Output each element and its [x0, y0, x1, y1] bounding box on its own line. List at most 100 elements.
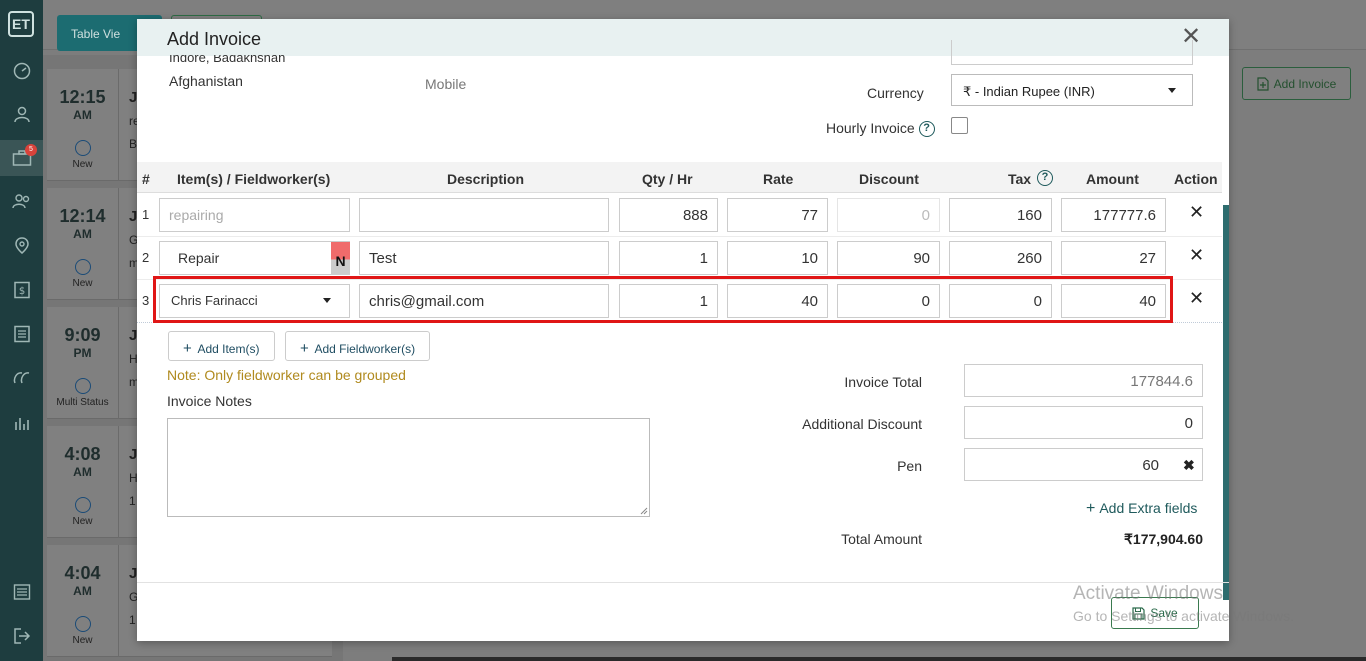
amount-input[interactable]: 177777.6 — [1061, 198, 1166, 232]
item-input[interactable]: repairing — [159, 198, 350, 232]
job-hour: 9:09 — [64, 325, 101, 345]
plus-icon: + — [300, 340, 309, 357]
discount-input[interactable]: 0 — [837, 198, 940, 232]
row-number: 1 — [142, 207, 150, 222]
delete-row-icon[interactable]: ✕ — [1189, 202, 1204, 223]
jobs-icon[interactable]: 5 — [0, 140, 43, 176]
job-line: 1 — [129, 494, 136, 508]
add-extra-fields-label: Add Extra fields — [1099, 500, 1198, 516]
job-ampm: AM — [73, 227, 92, 241]
highlight-box — [153, 276, 1173, 323]
rate-input[interactable]: 77 — [727, 198, 828, 232]
job-hour: 4:04 — [64, 563, 101, 583]
description-input[interactable]: Test — [359, 241, 609, 275]
pen-label: Pen — [897, 458, 922, 474]
hourly-invoice-text: Hourly Invoice — [826, 120, 915, 136]
row-number: 2 — [142, 250, 150, 265]
help-icon[interactable]: ? — [918, 121, 935, 138]
status-circle-icon — [74, 259, 91, 275]
invoice-notes-label: Invoice Notes — [167, 393, 252, 409]
help-icon[interactable]: ? — [1036, 170, 1053, 187]
list-icon[interactable] — [0, 316, 43, 352]
job-status: New — [72, 635, 93, 646]
job-line: 1 — [129, 613, 136, 627]
settings-icon[interactable] — [0, 574, 43, 610]
col-discount: Discount — [859, 171, 919, 187]
add-extra-fields-link[interactable]: + Add Extra fields — [1086, 500, 1197, 518]
row-divider — [137, 236, 1222, 237]
add-file-icon — [1257, 76, 1269, 91]
windows-activation-hint: Go to Settings to activate Windows. — [1073, 608, 1294, 624]
multi-status-icon — [74, 378, 91, 394]
status-circle-icon — [74, 140, 91, 156]
user-icon[interactable] — [0, 96, 43, 132]
leads-icon[interactable] — [0, 360, 43, 396]
modal-scrollbar[interactable] — [1223, 205, 1229, 600]
job-time: 12:15 AM New — [47, 69, 119, 181]
col-description: Description — [447, 171, 525, 187]
svg-text:$: $ — [18, 286, 24, 297]
currency-label: Currency — [867, 85, 924, 101]
job-status: New — [72, 278, 93, 289]
qty-input[interactable]: 1 — [619, 241, 718, 275]
total-amount-label: Total Amount — [841, 531, 922, 547]
col-tax: Tax ? — [1008, 170, 1053, 187]
discount-input[interactable]: 90 — [837, 241, 940, 275]
col-rate: Rate — [763, 171, 794, 187]
invoice-notes-textarea[interactable] — [167, 418, 650, 517]
logout-icon[interactable] — [0, 618, 43, 654]
invoice-total-field: 177844.6 — [964, 364, 1203, 397]
currency-value: ₹ - Indian Rupee (INR) — [963, 84, 1095, 99]
job-status: New — [72, 516, 93, 527]
hourly-invoice-label: Hourly Invoice ? — [826, 120, 935, 138]
team-icon[interactable] — [0, 183, 43, 219]
item-input[interactable]: Repair — [159, 241, 350, 275]
additional-discount-input[interactable]: 0 — [964, 406, 1203, 439]
currency-select[interactable]: ₹ - Indian Rupee (INR) — [951, 74, 1193, 106]
dashboard-icon[interactable] — [0, 53, 43, 89]
hourly-invoice-checkbox[interactable] — [951, 117, 968, 134]
modal-footer-divider — [137, 582, 1229, 583]
col-tax-label: Tax — [1008, 171, 1032, 187]
delete-row-icon[interactable]: ✕ — [1189, 245, 1204, 266]
pen-input[interactable]: 60 — [964, 448, 1203, 481]
invoice-dollar-icon[interactable]: $ — [0, 272, 43, 308]
sidebar: ET 5 $ — [0, 0, 43, 661]
resize-handle-icon[interactable] — [640, 507, 648, 515]
add-item-label: Add Item(s) — [197, 342, 260, 356]
new-item-badge: N — [331, 242, 350, 274]
delete-row-icon[interactable]: ✕ — [1189, 288, 1204, 309]
grouping-note: Note: Only fieldworker can be grouped — [167, 367, 406, 383]
add-fieldworker-button[interactable]: + Add Fieldworker(s) — [285, 331, 430, 361]
tax-input[interactable]: 160 — [949, 198, 1052, 232]
col-amount: Amount — [1086, 171, 1139, 187]
add-item-button[interactable]: + Add Item(s) — [168, 331, 275, 361]
map-pin-icon[interactable] — [0, 228, 43, 264]
app-logo[interactable]: ET — [8, 11, 34, 37]
job-time: 4:08 AM New — [47, 426, 119, 538]
additional-discount-label: Additional Discount — [802, 416, 922, 432]
tax-input[interactable]: 260 — [949, 241, 1052, 275]
customer-address-line2: Afghanistan — [169, 73, 243, 89]
description-input[interactable] — [359, 198, 609, 232]
job-ampm: AM — [73, 465, 92, 479]
qty-input[interactable]: 888 — [619, 198, 718, 232]
rate-input[interactable]: 10 — [727, 241, 828, 275]
status-circle-icon — [74, 616, 91, 632]
partial-field[interactable] — [951, 40, 1193, 65]
mobile-label: Mobile — [425, 76, 467, 92]
modal-title: Add Invoice — [167, 29, 262, 49]
job-hour: 4:08 — [64, 444, 101, 464]
job-hour: 12:15 — [59, 87, 106, 107]
status-circle-icon — [74, 497, 91, 513]
job-ampm: AM — [73, 584, 92, 598]
add-invoice-button[interactable]: Add Invoice — [1242, 67, 1351, 100]
reports-icon[interactable] — [0, 405, 43, 441]
add-fieldworker-label: Add Fieldworker(s) — [314, 342, 416, 356]
row-number: 3 — [142, 293, 150, 308]
amount-input[interactable]: 27 — [1061, 241, 1166, 275]
job-time: 4:04 AM New — [47, 545, 119, 657]
remove-field-icon[interactable]: ✖ — [1183, 457, 1195, 474]
job-ampm: PM — [73, 346, 92, 360]
background-bottom-bar — [392, 657, 1366, 661]
